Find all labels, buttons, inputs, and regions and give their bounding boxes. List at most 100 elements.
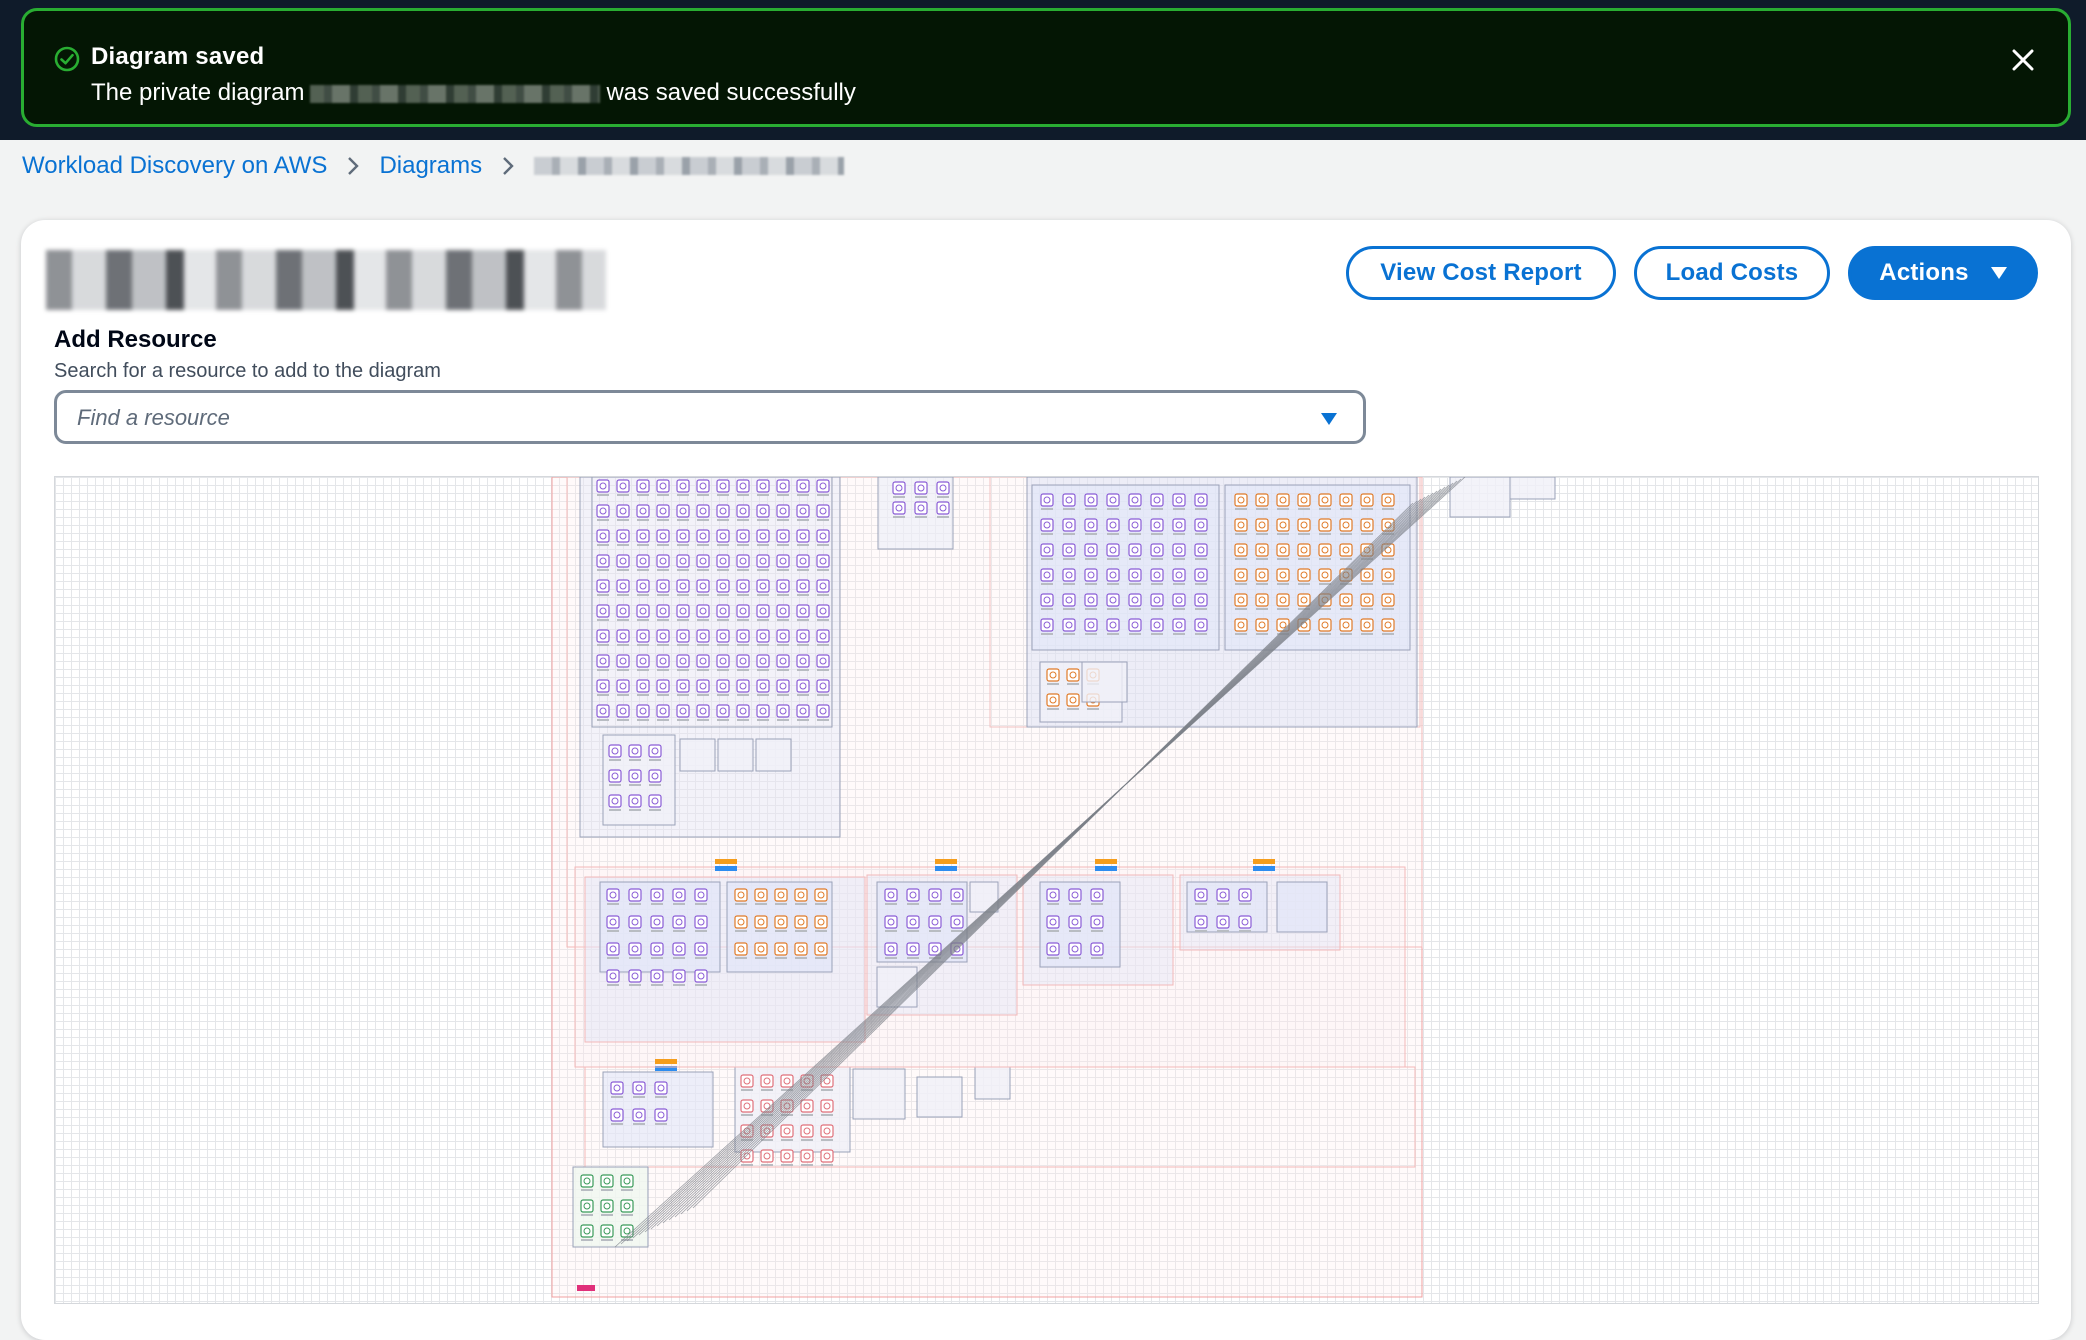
ec2-node bbox=[632, 1108, 646, 1122]
database-node bbox=[1339, 543, 1353, 557]
lambda-node bbox=[776, 579, 790, 593]
node-label bbox=[657, 644, 669, 646]
node-label bbox=[797, 594, 809, 596]
node-label bbox=[1340, 633, 1352, 635]
node-label bbox=[1107, 608, 1119, 610]
ec2-node bbox=[1068, 942, 1082, 956]
lambda-node bbox=[636, 554, 650, 568]
node-label bbox=[717, 644, 729, 646]
node-label bbox=[1382, 633, 1394, 635]
lambda-node bbox=[716, 479, 730, 493]
node-label bbox=[777, 494, 789, 496]
ec2-node bbox=[1090, 888, 1104, 902]
lambda-node bbox=[796, 529, 810, 543]
node-label bbox=[1298, 583, 1310, 585]
small-group bbox=[852, 1068, 906, 1120]
node-label bbox=[817, 644, 829, 646]
chevron-right-icon bbox=[503, 157, 514, 175]
node-label bbox=[655, 1123, 667, 1125]
node-label bbox=[657, 669, 669, 671]
node-label bbox=[1361, 633, 1373, 635]
actions-dropdown-button[interactable]: Actions bbox=[1848, 246, 2038, 300]
load-costs-button[interactable]: Load Costs bbox=[1634, 246, 1830, 300]
node-label bbox=[581, 1189, 593, 1191]
architecture-diagram[interactable] bbox=[55, 477, 2039, 1304]
lambda-node bbox=[796, 704, 810, 718]
node-label bbox=[907, 903, 919, 905]
lambda-node bbox=[676, 704, 690, 718]
alb-node bbox=[780, 1124, 794, 1138]
node-label bbox=[1256, 583, 1268, 585]
database-node bbox=[1318, 518, 1332, 532]
storage-node bbox=[1066, 668, 1080, 682]
node-label bbox=[929, 930, 941, 932]
ec2-node bbox=[1062, 618, 1076, 632]
node-label bbox=[611, 1123, 623, 1125]
node-label bbox=[817, 569, 829, 571]
ec2-node bbox=[906, 915, 920, 929]
lambda-node bbox=[656, 604, 670, 618]
node-label bbox=[609, 759, 621, 761]
resource-search-select[interactable] bbox=[54, 390, 1366, 444]
node-label bbox=[1195, 608, 1207, 610]
lambda-node bbox=[616, 554, 630, 568]
view-cost-report-button[interactable]: View Cost Report bbox=[1346, 246, 1616, 300]
ec2-node bbox=[1194, 493, 1208, 507]
tag-label bbox=[715, 859, 737, 864]
ec2-node bbox=[1194, 518, 1208, 532]
ec2-node bbox=[1090, 915, 1104, 929]
lambda-node bbox=[816, 554, 830, 568]
ec2-node bbox=[1084, 593, 1098, 607]
node-label bbox=[1085, 508, 1097, 510]
node-label bbox=[651, 984, 663, 986]
database-node bbox=[1360, 593, 1374, 607]
ec2-node bbox=[1084, 543, 1098, 557]
lambda-node bbox=[914, 501, 928, 515]
node-label bbox=[1107, 533, 1119, 535]
node-label bbox=[1195, 930, 1207, 932]
node-label bbox=[1298, 508, 1310, 510]
ec2-node bbox=[1106, 593, 1120, 607]
lambda-node bbox=[628, 769, 642, 783]
node-label bbox=[1063, 508, 1075, 510]
database-node bbox=[814, 888, 828, 902]
close-icon[interactable] bbox=[2008, 45, 2038, 75]
caret-down-icon[interactable] bbox=[1321, 413, 1337, 425]
lambda-node bbox=[656, 629, 670, 643]
ec2-node bbox=[1040, 493, 1054, 507]
lambda-node bbox=[596, 654, 610, 668]
node-label bbox=[609, 809, 621, 811]
lambda-node bbox=[596, 554, 610, 568]
lambda-node bbox=[796, 504, 810, 518]
node-label bbox=[1047, 903, 1059, 905]
small-group bbox=[1449, 477, 1511, 518]
ec2-node bbox=[1062, 568, 1076, 582]
storage-node bbox=[1046, 693, 1060, 707]
breadcrumb-home-link[interactable]: Workload Discovery on AWS bbox=[22, 152, 327, 180]
alb-node bbox=[760, 1074, 774, 1088]
node-label bbox=[1067, 708, 1079, 710]
lambda-node bbox=[676, 529, 690, 543]
node-label bbox=[797, 619, 809, 621]
resource-search-input[interactable] bbox=[77, 401, 1277, 435]
ec2-node bbox=[1216, 915, 1230, 929]
diagram-canvas[interactable] bbox=[54, 476, 2039, 1304]
node-label bbox=[1319, 508, 1331, 510]
ec2-node bbox=[1128, 543, 1142, 557]
lambda-node bbox=[696, 554, 710, 568]
small-group bbox=[916, 1076, 963, 1118]
ec2-node bbox=[1062, 543, 1076, 557]
node-label bbox=[717, 594, 729, 596]
node-label bbox=[801, 1139, 813, 1141]
ec2-node bbox=[1128, 593, 1142, 607]
node-label bbox=[817, 694, 829, 696]
lambda-node bbox=[736, 604, 750, 618]
node-label bbox=[1277, 583, 1289, 585]
node-label bbox=[611, 1096, 623, 1098]
node-label bbox=[741, 1089, 753, 1091]
node-label bbox=[817, 619, 829, 621]
database-node bbox=[1297, 568, 1311, 582]
breadcrumb-diagrams-link[interactable]: Diagrams bbox=[379, 152, 482, 180]
ec2-node bbox=[672, 888, 686, 902]
service-node bbox=[580, 1199, 594, 1213]
